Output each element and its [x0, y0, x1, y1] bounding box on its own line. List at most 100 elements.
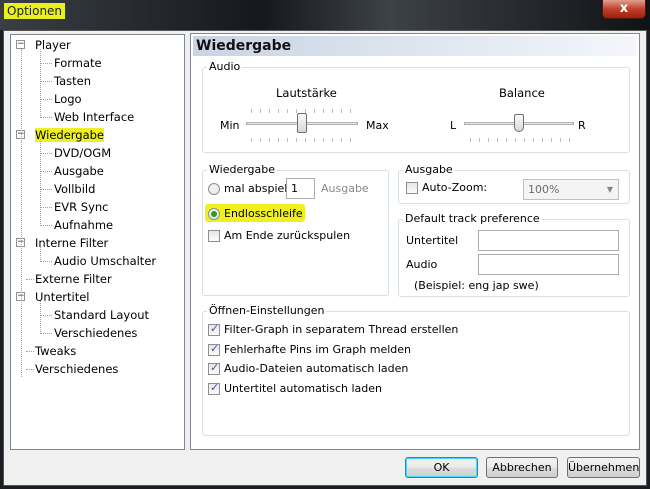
zoom-select[interactable]: 100% ▼ [523, 179, 619, 200]
tree-item-label: Standard Layout [54, 308, 150, 322]
open-setting-label: Filter-Graph in separatem Thread erstell… [224, 323, 459, 336]
tree-item[interactable]: Ausgabe [54, 162, 104, 180]
tree-item-label: Wiedergabe [35, 128, 105, 142]
cancel-button[interactable]: Abbrechen [486, 457, 558, 478]
autozoom-checkbox[interactable] [406, 182, 418, 194]
track-pref-example: (Beispiel: eng jap swe) [414, 279, 539, 292]
loop-label: Endlosschleife [224, 207, 303, 220]
ok-button[interactable]: OK [405, 457, 478, 478]
window-title: Optionen [4, 3, 66, 19]
page-title: Wiedergabe [193, 36, 637, 56]
tree-item[interactable]: Interne Filter [35, 234, 108, 252]
tree-item[interactable]: Audio Umschalter [54, 252, 156, 270]
balance-ticks [470, 138, 572, 142]
chevron-down-icon: ▼ [606, 185, 613, 194]
audio-group-label: Audio [207, 60, 243, 74]
tree-connector [40, 189, 52, 190]
repeat-radio[interactable] [208, 183, 220, 195]
tree-item-label: Ausgabe [54, 164, 104, 178]
tree-item-label: Audio Umschalter [54, 254, 157, 268]
tree-item-label: Vollbild [54, 182, 96, 196]
tree-item[interactable]: Logo [54, 90, 82, 108]
tree-item-label: EVR Sync [54, 200, 109, 214]
tree-item-label: Interne Filter [35, 236, 109, 250]
tree-connector [40, 99, 52, 100]
tree-connector [40, 63, 52, 64]
balance-label: Balance [499, 86, 545, 100]
options-tree[interactable]: Player − Formate Tasten Logo Web Interface Wie… [10, 34, 185, 450]
tree-item-label: Logo [54, 92, 82, 106]
open-setting-checkbox[interactable] [208, 322, 220, 336]
collapse-icon[interactable]: − [16, 40, 25, 49]
open-setting-checkbox[interactable] [208, 361, 220, 375]
tree-connector [40, 301, 41, 334]
tree-item-label: Web Interface [54, 110, 135, 124]
track-pref-group-label: Default track preference [403, 212, 542, 226]
output-group-label: Ausgabe [403, 163, 455, 177]
tree-item-label: Untertitel [35, 290, 90, 304]
tree-connector [26, 369, 34, 370]
tree-item[interactable]: Web Interface [54, 108, 134, 126]
tree-connector [40, 261, 52, 262]
tree-connector [40, 333, 52, 334]
subtitle-pref-label: Untertitel [406, 234, 459, 247]
rewind-checkbox[interactable] [208, 230, 220, 242]
loop-radio[interactable] [208, 208, 220, 220]
tree-connector [40, 139, 41, 226]
repeat-suffix-label: Ausgabe [321, 182, 369, 195]
tree-connector [40, 225, 52, 226]
tree-item-label: DVD/OGM [54, 146, 112, 160]
open-setting-label: Fehlerhafte Pins im Graph melden [224, 342, 411, 356]
tree-connector [26, 351, 34, 352]
playback-group-label: Wiedergabe [207, 163, 278, 177]
tree-item[interactable]: Formate [54, 54, 102, 72]
audio-pref-input[interactable] [478, 254, 619, 275]
tree-item[interactable]: Untertitel [35, 288, 90, 306]
open-setting-label: Audio-Dateien automatisch laden [224, 362, 409, 375]
zoom-select-value: 100% [528, 183, 560, 196]
tree-connector [26, 279, 34, 280]
tree-item[interactable]: Verschiedenes [54, 324, 137, 342]
tree-item-label: Externe Filter [35, 272, 112, 286]
repeat-label: mal abspiele [224, 182, 295, 195]
close-button[interactable]: x [602, 0, 646, 19]
subtitle-pref-input[interactable] [478, 230, 619, 251]
volume-ticks-bottom [251, 138, 357, 142]
apply-button[interactable]: Übernehmen [567, 457, 640, 478]
volume-label: Lautstärke [276, 86, 337, 100]
open-setting-checkbox[interactable] [208, 342, 220, 356]
audio-pref-label: Audio [406, 258, 438, 271]
tree-connector [40, 49, 41, 118]
tree-item[interactable]: EVR Sync [54, 198, 109, 216]
open-setting-label: Untertitel automatisch laden [224, 381, 382, 395]
title-bar [0, 0, 650, 30]
tree-item[interactable]: Aufnahme [54, 216, 113, 234]
tree-connector [40, 171, 52, 172]
tree-item[interactable]: Externe Filter [35, 270, 112, 288]
balance-right-label: R [578, 119, 586, 132]
tree-item[interactable]: Tweaks [35, 342, 76, 360]
rewind-label: Am Ende zurückspulen [224, 229, 351, 242]
tree-item[interactable]: Tasten [54, 72, 91, 90]
open-settings-group-label: Öffnen-Einstellungen [207, 304, 327, 318]
tree-item-label: Verschiedenes [54, 326, 138, 340]
volume-min-label: Min [220, 119, 240, 132]
tree-connector [40, 153, 52, 154]
tree-item[interactable]: Vollbild [54, 180, 95, 198]
tree-item-label: Tasten [54, 74, 92, 88]
balance-slider-thumb[interactable] [514, 114, 524, 132]
tree-item-label: Formate [54, 56, 102, 70]
tree-item-label: Aufnahme [54, 218, 114, 232]
tree-item-label: Tweaks [35, 344, 77, 358]
volume-slider-thumb[interactable] [297, 113, 307, 133]
volume-max-label: Max [366, 119, 389, 132]
tree-item-label: Verschiedenes [35, 362, 119, 376]
tree-connector [40, 207, 52, 208]
tree-item[interactable]: DVD/OGM [54, 144, 111, 162]
tree-item[interactable]: Verschiedenes [35, 360, 118, 378]
repeat-count-input[interactable]: 1 [286, 178, 315, 199]
tree-item[interactable]: Wiedergabe [35, 126, 105, 144]
open-setting-checkbox[interactable] [208, 381, 220, 395]
tree-connector [40, 315, 52, 316]
tree-item[interactable]: Standard Layout [54, 306, 149, 324]
